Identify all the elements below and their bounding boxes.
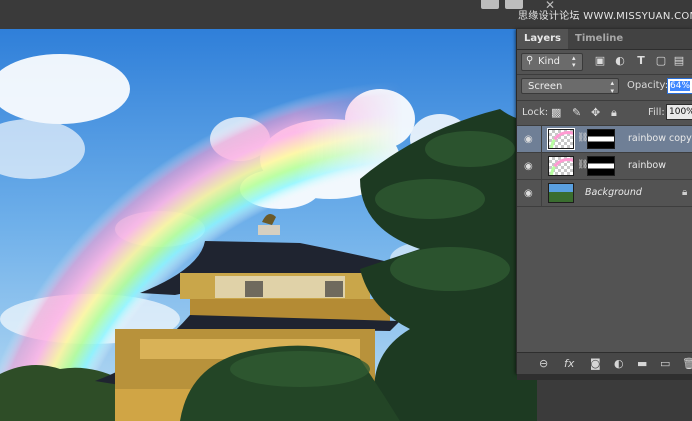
watermark-text: 思缘设计论坛 WWW.MISSYUAN.COM (518, 11, 692, 22)
image-filter-icon[interactable]: ▣ (594, 55, 606, 67)
tab-timeline[interactable]: Timeline (568, 29, 630, 49)
blend-row: Screen ▴ ▾ Opacity: 64% (517, 75, 692, 100)
arrange-button[interactable] (481, 0, 499, 9)
adjustment-layer-icon[interactable]: ◐ (614, 357, 624, 370)
layer-thumbnail[interactable] (548, 183, 574, 203)
opacity-value: 64% (670, 81, 691, 91)
search-icon: ⚲ (526, 55, 534, 66)
new-group-icon[interactable]: ▬ (637, 357, 647, 370)
opacity-input[interactable]: 64% (667, 78, 692, 94)
panel-footer: ⊖ fx ◙ ◐ ▬ ▭ 🗑︎ (517, 352, 692, 374)
layer-name: rainbow (628, 160, 666, 171)
adjustment-filter-icon[interactable]: ◐ (614, 55, 626, 67)
filter-kind-select[interactable]: ⚲ Kind ▴ ▾ (521, 53, 583, 71)
eye-icon: ◉ (524, 161, 533, 172)
photo (0, 29, 537, 421)
opacity-label: Opacity: (627, 80, 669, 91)
lock-all-icon[interactable]: 🔒︎ (611, 106, 617, 120)
lock-image-icon[interactable]: ✎ (572, 106, 581, 119)
chevron-updown-icon: ▴ ▾ (610, 79, 614, 95)
lock-row: Lock: ▩ ✎ ✥ 🔒︎ Fill: 100% (517, 101, 692, 125)
lock-label: Lock: (522, 107, 549, 118)
panel-resize-bar[interactable] (517, 374, 692, 380)
layer-row-rainbow[interactable]: ◉ ⛓︎ rainbow (517, 153, 692, 180)
type-filter-icon[interactable]: T (635, 55, 647, 67)
fill-input[interactable]: 100% (666, 104, 692, 120)
fill-label: Fill: (648, 107, 665, 118)
link-layers-icon[interactable]: ⊖ (539, 357, 548, 370)
smart-object-filter-icon[interactable]: ▤ (673, 55, 685, 67)
visibility-toggle[interactable]: ◉ (517, 153, 542, 179)
layer-mask-thumbnail[interactable] (587, 156, 615, 176)
shape-filter-icon[interactable]: ▢ (655, 55, 667, 67)
blend-mode-select[interactable]: Screen ▴ ▾ (521, 78, 619, 95)
document-canvas[interactable] (0, 29, 537, 421)
visibility-toggle[interactable]: ◉ (517, 180, 542, 206)
lock-position-icon[interactable]: ✥ (591, 106, 600, 119)
eye-icon: ◉ (524, 134, 533, 145)
eye-icon: ◉ (524, 188, 533, 199)
layer-thumbnail[interactable] (547, 128, 575, 150)
panel-tabs: Layers Timeline (517, 29, 692, 50)
add-mask-icon[interactable]: ◙ (590, 357, 601, 370)
filter-row: ⚲ Kind ▴ ▾ ▣ ◐ T ▢ ▤ (517, 50, 692, 74)
layer-row-rainbow-copy[interactable]: ◉ ⛓︎ rainbow copy (517, 126, 692, 153)
delete-layer-icon[interactable]: 🗑︎ (682, 357, 692, 370)
layer-name: rainbow copy (628, 133, 692, 144)
filter-kind-label: Kind (538, 56, 561, 67)
layer-thumbnail[interactable] (548, 156, 574, 176)
layer-name: Background (585, 187, 642, 198)
top-bar: ✕ 思缘设计论坛 WWW.MISSYUAN.COM (0, 0, 692, 30)
visibility-toggle[interactable]: ◉ (517, 126, 542, 152)
fx-icon[interactable]: fx (564, 357, 574, 370)
blend-mode-value: Screen (528, 81, 563, 92)
layer-mask-thumbnail[interactable] (587, 129, 615, 149)
layer-row-background[interactable]: ◉ Background 🔒︎ (517, 180, 692, 207)
tab-layers[interactable]: Layers (517, 29, 568, 49)
lock-transparent-icon[interactable]: ▩ (551, 106, 561, 119)
chevron-updown-icon: ▴ ▾ (572, 54, 576, 69)
layers-panel: Layers Timeline ⚲ Kind ▴ ▾ ▣ ◐ T ▢ ▤ Scre… (516, 29, 692, 374)
lock-icon: 🔒︎ (682, 187, 688, 198)
new-layer-icon[interactable]: ▭ (660, 357, 670, 370)
